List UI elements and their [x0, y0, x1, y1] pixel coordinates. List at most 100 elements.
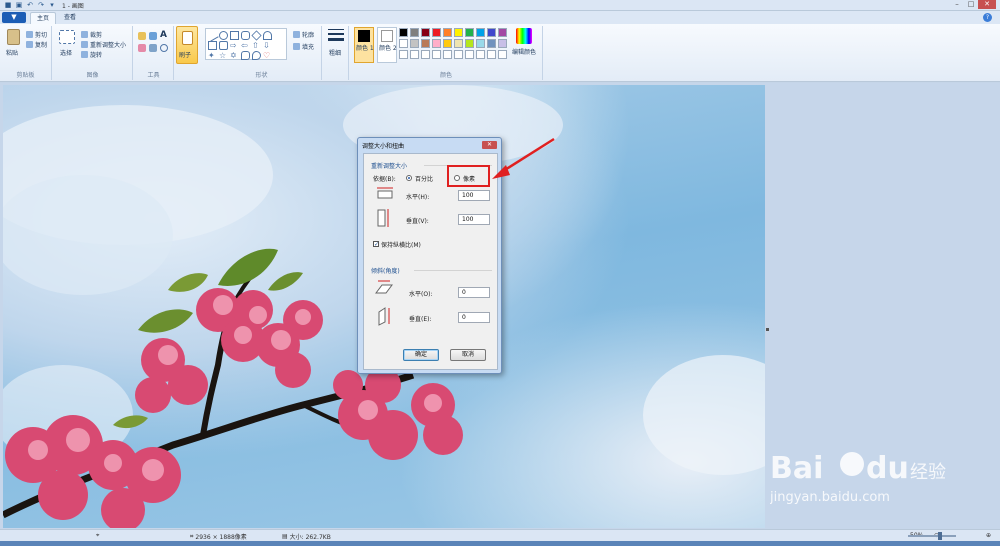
triangle-shape-icon[interactable]	[263, 31, 272, 40]
palette-swatch[interactable]	[498, 39, 507, 48]
color2-button[interactable]: 颜色 2	[377, 27, 397, 63]
line-shape-icon[interactable]	[206, 29, 219, 42]
arrow-up-shape-icon[interactable]: ⇧	[252, 41, 261, 50]
palette-swatch[interactable]	[476, 39, 485, 48]
oval-shape-icon[interactable]	[219, 31, 228, 40]
pencil-icon[interactable]	[138, 32, 146, 40]
resize-button[interactable]: 重新调整大小	[81, 40, 126, 49]
shapes-gallery[interactable]: ⇨ ⇦ ⇧ ⇩ ✦ ☆ ✡ ♡	[205, 28, 287, 60]
skew-vertical-input[interactable]: 0	[458, 312, 490, 323]
baidu-logo: Bai du 经验 jingyan.baidu.com	[769, 451, 946, 505]
ok-button[interactable]: 确定	[403, 349, 439, 361]
palette-swatch[interactable]	[421, 28, 430, 37]
tab-view[interactable]: 查看	[58, 12, 82, 24]
skew-vertical-label: 垂直(E):	[409, 316, 432, 323]
custom-color-slot[interactable]	[410, 50, 419, 59]
oval-callout-shape-icon[interactable]	[252, 51, 261, 60]
callout-shape-icon[interactable]	[241, 51, 250, 60]
cut-button[interactable]: 剪切	[26, 30, 47, 39]
paste-icon[interactable]	[7, 29, 20, 45]
palette-swatch[interactable]	[421, 39, 430, 48]
zoom-slider[interactable]	[908, 535, 956, 537]
star-five-shape-icon[interactable]: ☆	[219, 51, 228, 60]
undo-icon[interactable]: ↶	[26, 1, 34, 9]
fill-dropdown[interactable]: 填充	[293, 42, 314, 51]
arrow-left-shape-icon[interactable]: ⇦	[241, 41, 250, 50]
rotate-button[interactable]: 旋转	[81, 50, 102, 59]
outline-dropdown[interactable]: 轮廓	[293, 30, 314, 39]
arrow-down-shape-icon[interactable]: ⇩	[263, 41, 272, 50]
horizontal-input[interactable]: 100	[458, 190, 490, 201]
vertical-input[interactable]: 100	[458, 214, 490, 225]
rectangle-shape-icon[interactable]	[230, 31, 239, 40]
edit-colors-button[interactable]: 编辑颜色	[512, 47, 536, 56]
custom-color-slot[interactable]	[476, 50, 485, 59]
brush-button[interactable]: 刷子	[176, 26, 198, 64]
skew-horizontal-input[interactable]: 0	[458, 287, 490, 298]
star-six-shape-icon[interactable]: ✡	[230, 51, 239, 60]
palette-swatch[interactable]	[487, 39, 496, 48]
magnifier-icon[interactable]	[160, 44, 168, 52]
arrow-right-shape-icon[interactable]: ⇨	[230, 41, 239, 50]
select-button[interactable]: 选择	[60, 48, 72, 57]
tab-home[interactable]: 主页	[30, 12, 57, 24]
diamond-shape-icon[interactable]	[251, 30, 262, 41]
palette-swatch[interactable]	[432, 28, 441, 37]
select-icon[interactable]	[59, 30, 75, 44]
palette-swatch[interactable]	[465, 39, 474, 48]
custom-color-slot[interactable]	[399, 50, 408, 59]
percent-radio[interactable]	[406, 175, 412, 181]
minimize-button[interactable]: –	[950, 0, 964, 9]
text-icon[interactable]: A	[160, 30, 169, 40]
palette-swatch[interactable]	[432, 39, 441, 48]
custom-color-slot[interactable]	[454, 50, 463, 59]
file-menu-button[interactable]: ▼	[2, 12, 26, 23]
zoom-in-button[interactable]: ⊕	[986, 532, 991, 539]
close-button[interactable]: ✕	[978, 0, 996, 9]
palette-swatch[interactable]	[454, 28, 463, 37]
palette-swatch[interactable]	[498, 28, 507, 37]
keep-ratio-checkbox[interactable]: ✓	[373, 241, 379, 248]
paste-button[interactable]: 粘贴	[6, 48, 18, 57]
color1-button[interactable]: 颜色 1	[354, 27, 374, 63]
custom-color-slot[interactable]	[498, 50, 507, 59]
customize-qat-icon[interactable]: ▾	[48, 1, 56, 9]
paint-app-icon[interactable]: ■	[4, 1, 12, 9]
outline-icon	[293, 31, 300, 38]
palette-swatch[interactable]	[454, 39, 463, 48]
star-four-shape-icon[interactable]: ✦	[208, 51, 217, 60]
hexagon-shape-icon[interactable]	[219, 41, 228, 50]
custom-color-slot[interactable]	[421, 50, 430, 59]
vertical-skew-icon	[378, 307, 390, 326]
palette-swatch[interactable]	[443, 39, 452, 48]
maximize-button[interactable]: □	[964, 0, 978, 9]
crop-button[interactable]: 裁剪	[81, 30, 102, 39]
palette-swatch[interactable]	[476, 28, 485, 37]
save-icon[interactable]: ▣	[15, 1, 23, 9]
fill-bucket-icon[interactable]	[149, 32, 157, 40]
copy-button[interactable]: 复制	[26, 40, 47, 49]
rounded-rectangle-shape-icon[interactable]	[241, 31, 250, 40]
help-icon[interactable]: ?	[983, 13, 992, 22]
custom-color-slot[interactable]	[443, 50, 452, 59]
redo-icon[interactable]: ↷	[37, 1, 45, 9]
size-button[interactable]: 粗细	[329, 48, 341, 57]
color-picker-icon[interactable]	[149, 44, 157, 52]
palette-swatch[interactable]	[410, 28, 419, 37]
pentagon-shape-icon[interactable]	[208, 41, 217, 50]
heart-shape-icon[interactable]: ♡	[263, 51, 272, 60]
custom-color-slot[interactable]	[487, 50, 496, 59]
cancel-button[interactable]: 取消	[450, 349, 486, 361]
canvas-resize-handle[interactable]	[766, 328, 769, 331]
zoom-slider-thumb[interactable]	[938, 532, 942, 540]
palette-swatch[interactable]	[465, 28, 474, 37]
edit-colors-icon[interactable]	[516, 28, 532, 44]
eraser-icon[interactable]	[138, 44, 146, 52]
palette-swatch[interactable]	[399, 28, 408, 37]
palette-swatch[interactable]	[487, 28, 496, 37]
palette-swatch[interactable]	[399, 39, 408, 48]
custom-color-slot[interactable]	[432, 50, 441, 59]
palette-swatch[interactable]	[410, 39, 419, 48]
palette-swatch[interactable]	[443, 28, 452, 37]
custom-color-slot[interactable]	[465, 50, 474, 59]
